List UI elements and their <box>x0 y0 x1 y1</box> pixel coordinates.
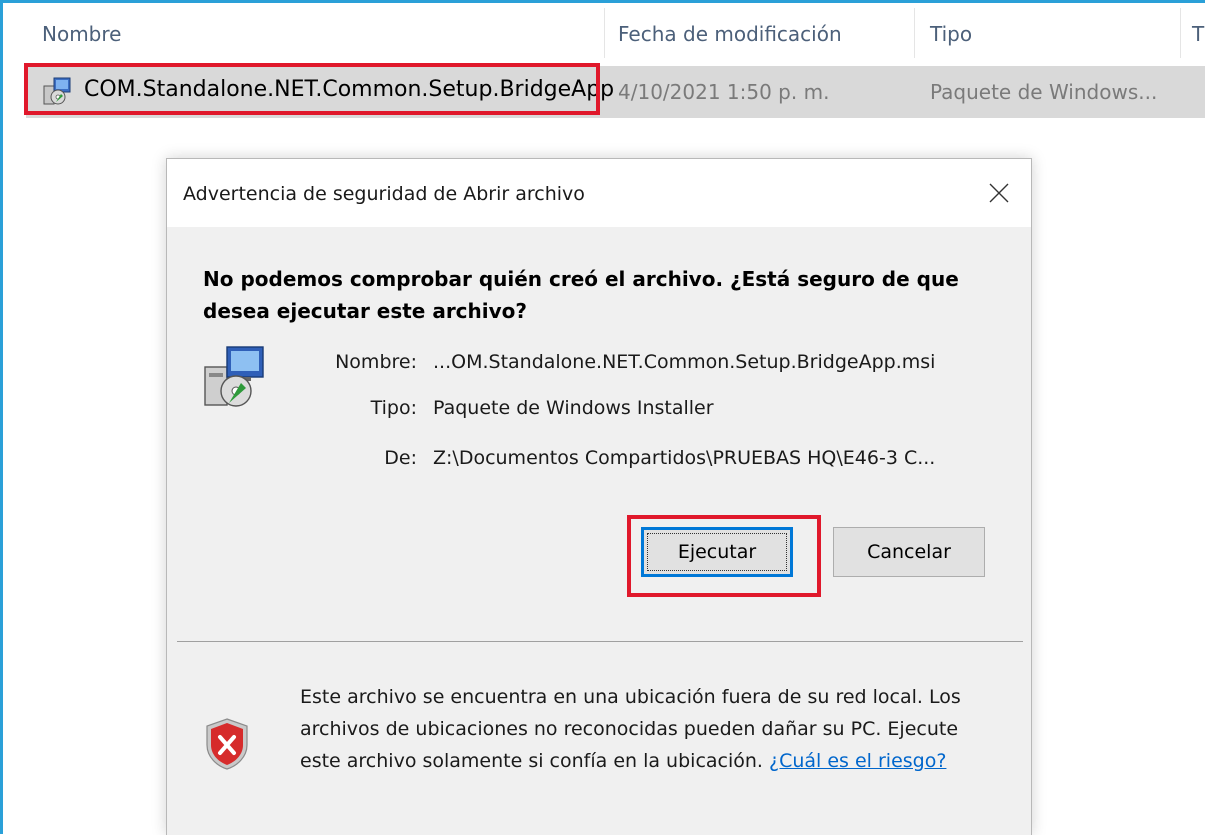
dialog-titlebar[interactable]: Advertencia de seguridad de Abrir archiv… <box>167 159 1031 227</box>
file-date-modified: 4/10/2021 1:50 p. m. <box>618 80 830 104</box>
info-type-label: Tipo: <box>370 397 417 419</box>
window-frame-left <box>0 0 3 834</box>
column-separator[interactable] <box>914 8 915 58</box>
run-button[interactable]: Ejecutar <box>641 527 793 577</box>
info-type-value: Paquete de Windows Installer <box>433 397 714 419</box>
dialog-divider <box>177 641 1023 642</box>
column-separator[interactable] <box>1180 8 1181 58</box>
cancel-button-label: Cancelar <box>867 541 951 563</box>
security-shield-icon <box>205 717 249 771</box>
column-header-date-modified[interactable]: Fecha de modificación <box>618 22 842 46</box>
close-button[interactable] <box>967 159 1031 227</box>
column-separator[interactable] <box>604 8 605 58</box>
file-type: Paquete de Windows... <box>930 80 1158 104</box>
info-name-label: Nombre: <box>335 351 417 373</box>
dialog-question: No podemos comprobar quién creó el archi… <box>203 267 959 323</box>
security-warning-dialog: Advertencia de seguridad de Abrir archiv… <box>166 158 1032 835</box>
warning-message: Este archivo se encuentra en una ubicaci… <box>300 681 1000 777</box>
run-button-label: Ejecutar <box>677 541 757 563</box>
dialog-title: Advertencia de seguridad de Abrir archiv… <box>183 183 585 205</box>
info-name-value: ...OM.Standalone.NET.Common.Setup.Bridge… <box>433 351 936 373</box>
risk-link[interactable]: ¿Cuál es el riesgo? <box>769 750 946 772</box>
info-from-label: De: <box>384 447 417 469</box>
window-frame-top <box>0 0 1205 3</box>
column-header-size[interactable]: T <box>1192 22 1204 46</box>
column-header-name[interactable]: Nombre <box>42 22 121 46</box>
cancel-button[interactable]: Cancelar <box>833 527 985 577</box>
close-icon <box>989 183 1009 203</box>
info-from-value: Z:\Documentos Compartidos\PRUEBAS HQ\E46… <box>433 447 936 469</box>
column-header-type[interactable]: Tipo <box>930 22 972 46</box>
file-highlight-box <box>24 63 600 115</box>
